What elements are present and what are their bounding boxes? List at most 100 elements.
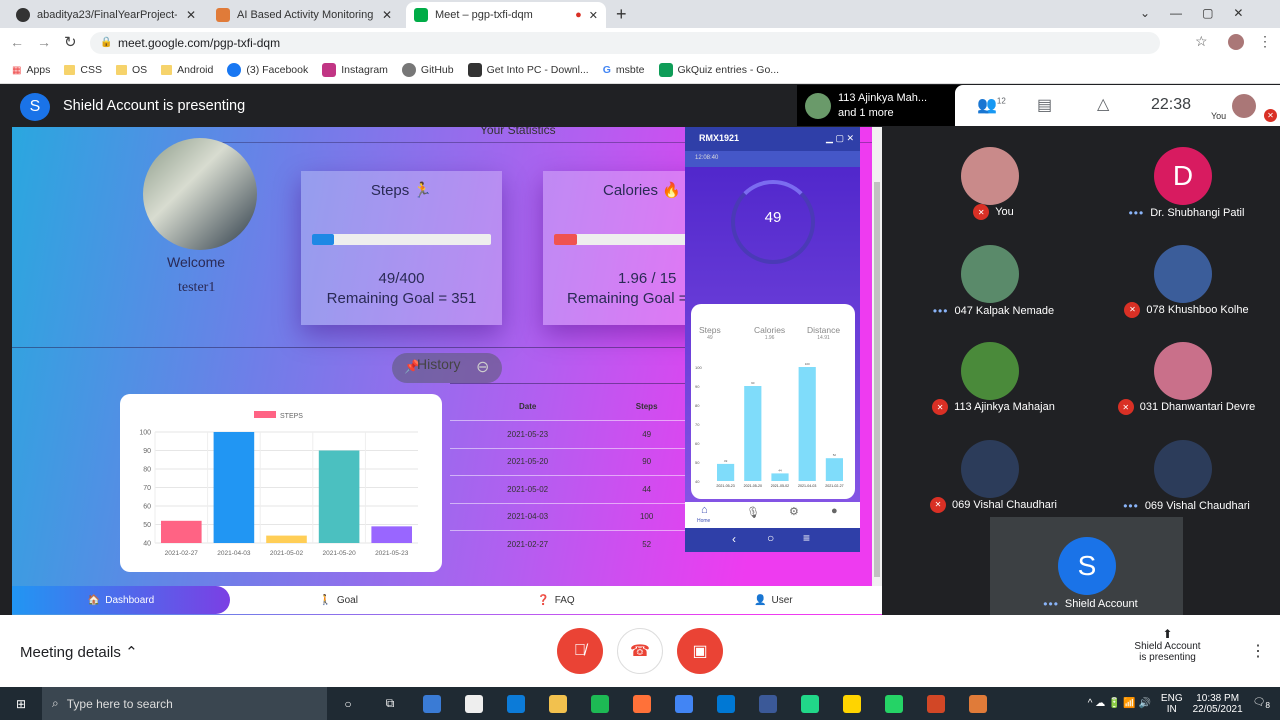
taskbar-spotify-icon[interactable] (579, 687, 621, 720)
participant-tile[interactable]: D ••• Dr. Shubhangi Patil (1086, 127, 1279, 224)
mic-off-icon: ✕ (932, 399, 949, 415)
remove-icon[interactable]: ⊖ (476, 357, 489, 377)
taskbar-store-icon[interactable] (453, 687, 495, 720)
mic-off-button[interactable]: 🎙̸ (557, 628, 603, 674)
bar (798, 367, 816, 481)
close-icon[interactable]: ✕ (382, 8, 392, 22)
chat-icon[interactable]: ▤ (1037, 95, 1052, 115)
sheets-icon (658, 63, 673, 77)
participant-avatar (961, 147, 1019, 205)
taskbar-pycharm-icon[interactable] (789, 687, 831, 720)
participant-tile[interactable]: ✕ You (893, 127, 1086, 224)
steps-chart-svg: STEPS 40 50 60 70 80 90 100 2021-02-27 2021-04-03… (139, 411, 418, 557)
xampp-icon (969, 694, 987, 713)
y-tick-label: 50 (143, 522, 151, 529)
taskbar-whatsapp-icon[interactable] (873, 687, 915, 720)
tab-activity[interactable]: AI Based Activity Monitoring ✕ (208, 2, 400, 28)
self-avatar (1232, 94, 1256, 118)
participant-name: You (995, 206, 1014, 218)
account-icon[interactable]: ● (831, 505, 838, 517)
nav-goal[interactable]: 🚶 Goal (230, 595, 447, 606)
reload-icon[interactable]: ↻ (64, 33, 77, 51)
activities-icon[interactable]: △ (1097, 94, 1109, 114)
scrollbar[interactable] (872, 127, 882, 586)
taskbar-mail-icon[interactable] (411, 687, 453, 720)
bookmark-css[interactable]: CSS (64, 64, 102, 76)
tab-meet[interactable]: Meet – pgp-txfi-dqm ● ✕ (406, 2, 606, 28)
close-icon[interactable]: ✕ (589, 9, 598, 22)
taskbar-xampp-icon[interactable] (957, 687, 999, 720)
clock[interactable]: 10:38 PM 22/05/2021 (1193, 693, 1243, 715)
participant-tile[interactable]: ✕ 069 Vishal Chaudhari (893, 420, 1086, 517)
profile-avatar[interactable] (1228, 34, 1244, 50)
bookmark-apps[interactable]: ▦ Apps (12, 64, 50, 76)
back-icon[interactable]: ← (10, 34, 24, 50)
divider (12, 347, 692, 348)
new-tab-button[interactable]: + (616, 4, 627, 25)
bookmark-instagram[interactable]: Instagram (322, 63, 388, 77)
url-input[interactable]: 🔒 meet.google.com/pgp-txfi-dqm (90, 32, 1160, 54)
taskbar-explorer-icon[interactable] (537, 687, 579, 720)
cortana-icon[interactable]: ○ (327, 687, 369, 720)
bookmark-os[interactable]: OS (115, 64, 147, 76)
tab-github[interactable]: abaditya23/FinalYearProject-Web✕ (8, 2, 204, 28)
user-icon: 👤 (754, 594, 767, 606)
settings-icon[interactable]: ⚙ (789, 505, 799, 518)
camera-off-button[interactable]: ▣ (677, 628, 723, 674)
notification-icon[interactable]: 🗨8 (1253, 697, 1270, 710)
home-icon[interactable]: ⌂ (701, 504, 708, 516)
search-input[interactable]: ⌕ Type here to search (42, 687, 327, 720)
nav-user[interactable]: 👤 User (665, 595, 882, 606)
bookmark-msbte[interactable]: Gmsbte (603, 64, 645, 76)
bookmark-facebook[interactable]: (3) Facebook (227, 63, 308, 77)
tray-icons[interactable]: ^ ☁ 🔋 📶 🔊 (1088, 698, 1151, 709)
mic-icon[interactable]: 🎙 (746, 506, 760, 519)
question-icon: ❓ (537, 594, 550, 606)
participant-tile[interactable]: ••• 047 Kalpak Nemade (893, 225, 1086, 322)
data-label: 100 (805, 362, 810, 366)
participant-avatar (961, 342, 1019, 400)
more-options-icon[interactable]: ⋮ (1250, 641, 1266, 661)
speaker-info[interactable]: 113 Ajinkya Mah... and 1 more (797, 85, 967, 126)
people-icon[interactable]: 👥12 (977, 95, 1006, 115)
participant-tile[interactable]: ✕ 113 Ajinkya Mahajan (893, 322, 1086, 419)
phone-chart-svg: 40 50 60 70 80 90 100 49 2021-05-23 90 2021-05-20 4… (695, 362, 844, 488)
start-button[interactable]: ⊞ (0, 687, 42, 720)
data-label: 52 (833, 453, 837, 457)
taskbar-vscode-icon[interactable] (705, 687, 747, 720)
meeting-details-button[interactable]: Meeting details ⌃ (20, 643, 138, 661)
taskbar-firefox-icon[interactable] (621, 687, 663, 720)
bookmark-android[interactable]: Android (161, 64, 213, 76)
forward-icon[interactable]: → (37, 34, 51, 50)
bookmark-github[interactable]: GitHub (401, 63, 454, 77)
y-tick-label: 40 (143, 541, 151, 548)
presenting-status[interactable]: ⬆ Shield Account is presenting (1120, 627, 1215, 663)
participant-tile[interactable]: ✕ 078 Khushboo Kolhe (1086, 225, 1279, 322)
participant-tile[interactable]: ✕ 031 Dhanwantari Devre (1086, 322, 1279, 419)
participant-tile[interactable]: ••• 069 Vishal Chaudhari (1086, 420, 1279, 517)
task-view-icon[interactable]: ⧉ (369, 687, 411, 720)
star-icon[interactable]: ☆ (1195, 33, 1208, 50)
leave-call-button[interactable]: ☎ (617, 628, 663, 674)
window-controls[interactable]: ▁ ▢ ✕ (826, 133, 854, 144)
phone-mirror-window: RMX1921 ▁ ▢ ✕ 12:08:40 49 Steps 49 Calorie… (685, 127, 860, 552)
taskbar-edge-icon[interactable] (495, 687, 537, 720)
folder-icon (64, 65, 76, 75)
close-icon[interactable]: ✕ (186, 8, 196, 22)
taskbar-powerpoint-icon[interactable] (915, 687, 957, 720)
table-row: 2021-04-03 100 (450, 503, 688, 531)
menu-icon[interactable]: ≡ (803, 531, 810, 545)
back-icon[interactable]: ‹ (732, 532, 736, 546)
nav-dashboard[interactable]: 🏠 Dashboard (12, 586, 230, 614)
store-icon (465, 694, 483, 713)
taskbar-chrome-icon[interactable] (663, 687, 705, 720)
taskbar-app-icon[interactable] (747, 687, 789, 720)
nav-faq[interactable]: ❓ FAQ (447, 595, 664, 606)
chevron-up-icon: ⌃ (125, 644, 138, 661)
home-circle-icon[interactable]: ○ (767, 531, 774, 545)
window-controls[interactable]: ⌄ — ▢ ✕ (1140, 6, 1243, 20)
bookmark-getintopc[interactable]: Get Into PC - Downl... (467, 63, 589, 77)
menu-icon[interactable]: ⋮ (1258, 33, 1272, 50)
bookmark-gkquiz[interactable]: GkQuiz entries - Go... (658, 63, 779, 77)
taskbar-sticky-notes-icon[interactable] (831, 687, 873, 720)
